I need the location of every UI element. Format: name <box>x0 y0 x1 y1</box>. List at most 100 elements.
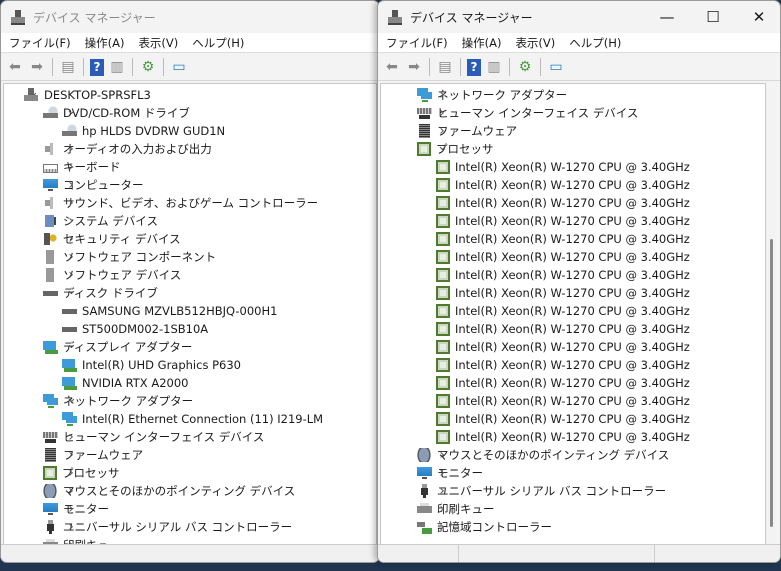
chevron-down-icon[interactable]: ⌄ <box>66 391 77 406</box>
tree-item[interactable]: NVIDIA RTX A2000 <box>62 374 188 392</box>
tree-item[interactable]: › プロセッサ <box>43 464 120 482</box>
chevron-right-icon[interactable]: › <box>437 87 447 103</box>
chevron-right-icon[interactable]: › <box>66 447 76 463</box>
tree-item[interactable]: › サウンド、ビデオ、およびゲーム コントローラー <box>43 194 318 212</box>
chevron-right-icon[interactable]: › <box>66 429 76 445</box>
console-tree-icon[interactable]: ▤ <box>436 58 454 76</box>
tree-item[interactable]: Intel(R) Ethernet Connection (11) I219-L… <box>62 410 323 428</box>
tree-item[interactable]: › システム デバイス <box>43 212 158 230</box>
tree-item[interactable]: ⌄DESKTOP-SPRSFL3 <box>24 85 151 104</box>
tree-item[interactable]: › ファームウェア <box>43 446 143 464</box>
chevron-down-icon[interactable]: ⌄ <box>66 103 77 118</box>
tree-item[interactable]: Intel(R) Xeon(R) W-1270 CPU @ 3.40GHz <box>436 176 690 194</box>
tree-item[interactable]: Intel(R) Xeon(R) W-1270 CPU @ 3.40GHz <box>436 338 690 356</box>
tree-item[interactable]: › キーボード <box>43 158 121 176</box>
chevron-right-icon[interactable]: › <box>66 483 76 499</box>
tree-item[interactable]: › コンピューター <box>43 176 144 194</box>
tree-item[interactable]: Intel(R) Xeon(R) W-1270 CPU @ 3.40GHz <box>436 410 690 428</box>
tree-item[interactable]: Intel(R) Xeon(R) W-1270 CPU @ 3.40GHz <box>436 194 690 212</box>
tree-item[interactable]: › モニター <box>43 500 109 518</box>
update-driver-icon[interactable]: ⚙ <box>516 58 534 76</box>
tree-item[interactable]: Intel(R) Xeon(R) W-1270 CPU @ 3.40GHz <box>436 212 690 230</box>
device-tree[interactable]: ⌄DESKTOP-SPRSFL3⌄DVD/CD-ROM ドライブhp HLDS … <box>3 83 377 545</box>
tree-item[interactable]: › ユニバーサル シリアル バス コントローラー <box>417 482 666 500</box>
menu-view[interactable]: 表示(V) <box>515 33 555 52</box>
help-icon[interactable]: ? <box>90 58 104 76</box>
tree-item[interactable]: ⌄ ネットワーク アダプター <box>43 391 193 410</box>
tree-item[interactable]: ⌄ ディスプレイ アダプター <box>43 337 192 356</box>
update-driver-icon[interactable]: ⚙ <box>139 58 157 76</box>
chevron-right-icon[interactable]: › <box>437 519 447 535</box>
tree-item[interactable]: ⌄ ディスク ドライブ <box>43 283 158 302</box>
chevron-right-icon[interactable]: › <box>437 465 447 481</box>
menu-action[interactable]: 操作(A) <box>85 33 125 52</box>
forward-icon[interactable]: ➡ <box>405 58 423 76</box>
tree-item[interactable]: ST500DM002-1SB10A <box>62 320 208 338</box>
tree-item[interactable]: › ヒューマン インターフェイス デバイス <box>417 104 638 122</box>
tree-item[interactable]: › セキュリティ デバイス <box>43 230 181 248</box>
tree-item[interactable]: Intel(R) Xeon(R) W-1270 CPU @ 3.40GHz <box>436 158 690 176</box>
tree-item[interactable]: ⌄ DVD/CD-ROM ドライブ <box>43 103 190 122</box>
chevron-right-icon[interactable]: › <box>66 177 76 193</box>
chevron-right-icon[interactable]: › <box>437 105 447 121</box>
tree-item[interactable]: Intel(R) Xeon(R) W-1270 CPU @ 3.40GHz <box>436 230 690 248</box>
tree-item[interactable]: › ソフトウェア デバイス <box>43 266 181 284</box>
tree-item[interactable]: Intel(R) Xeon(R) W-1270 CPU @ 3.40GHz <box>436 320 690 338</box>
menu-action[interactable]: 操作(A) <box>462 33 502 52</box>
menu-file[interactable]: ファイル(F) <box>386 33 448 52</box>
tree-item[interactable]: › マウスとそのほかのポインティング デバイス <box>43 482 295 500</box>
tree-item[interactable]: › ソフトウェア コンポーネント <box>43 248 216 266</box>
tree-item[interactable]: Intel(R) Xeon(R) W-1270 CPU @ 3.40GHz <box>436 248 690 266</box>
chevron-down-icon[interactable]: ⌄ <box>66 283 77 298</box>
tree-item[interactable]: › オーディオの入力および出力 <box>43 140 212 158</box>
tree-item[interactable]: hp HLDS DVDRW GUD1N <box>62 122 225 140</box>
tree-item[interactable]: Intel(R) Xeon(R) W-1270 CPU @ 3.40GHz <box>436 374 690 392</box>
tree-item[interactable]: › ユニバーサル シリアル バス コントローラー <box>43 518 292 536</box>
chevron-right-icon[interactable]: › <box>66 249 76 265</box>
chevron-right-icon[interactable]: › <box>437 483 447 499</box>
chevron-right-icon[interactable]: › <box>66 501 76 517</box>
tree-item[interactable]: › ネットワーク アダプター <box>417 86 567 104</box>
tree-item[interactable]: › 記憶域コントローラー <box>417 518 552 536</box>
tree-item[interactable]: › モニター <box>417 464 483 482</box>
chevron-right-icon[interactable]: › <box>437 123 447 139</box>
tree-item[interactable]: Intel(R) Xeon(R) W-1270 CPU @ 3.40GHz <box>436 428 690 446</box>
console-tree-icon[interactable]: ▤ <box>59 58 77 76</box>
tree-item[interactable]: Intel(R) Xeon(R) W-1270 CPU @ 3.40GHz <box>436 356 690 374</box>
help-icon[interactable]: ? <box>467 58 481 76</box>
menu-help[interactable]: ヘルプ(H) <box>192 33 244 52</box>
tree-item[interactable]: › マウスとそのほかのポインティング デバイス <box>417 446 669 464</box>
tree-item[interactable]: Intel(R) Xeon(R) W-1270 CPU @ 3.40GHz <box>436 302 690 320</box>
maximize-button[interactable]: ☐ <box>690 1 736 33</box>
close-button[interactable]: ✕ <box>736 1 780 33</box>
menu-help[interactable]: ヘルプ(H) <box>569 33 621 52</box>
chevron-right-icon[interactable]: › <box>437 501 447 517</box>
minimize-button[interactable]: — <box>644 1 690 33</box>
chevron-right-icon[interactable]: › <box>437 447 447 463</box>
chevron-right-icon[interactable]: › <box>66 465 76 481</box>
menu-file[interactable]: ファイル(F) <box>9 33 71 52</box>
chevron-right-icon[interactable]: › <box>66 159 76 175</box>
back-icon[interactable]: ⬅ <box>383 58 401 76</box>
forward-icon[interactable]: ➡ <box>28 58 46 76</box>
chevron-right-icon[interactable]: › <box>66 231 76 247</box>
tree-item[interactable]: › 印刷キュー <box>417 500 495 518</box>
device-tree[interactable]: › ネットワーク アダプター › ヒューマン インターフェイス デバイス › ファームウェ… <box>380 83 766 545</box>
chevron-right-icon[interactable]: › <box>66 267 76 283</box>
tree-item[interactable]: Intel(R) Xeon(R) W-1270 CPU @ 3.40GHz <box>436 284 690 302</box>
tree-item[interactable]: SAMSUNG MZVLB512HBJQ-000H1 <box>62 302 277 320</box>
scan-hardware-icon[interactable]: ▭ <box>547 58 565 76</box>
chevron-right-icon[interactable]: › <box>66 195 76 211</box>
action-pane-icon[interactable]: ▥ <box>108 58 126 76</box>
vertical-scrollbar[interactable] <box>770 239 773 527</box>
menu-view[interactable]: 表示(V) <box>138 33 178 52</box>
chevron-right-icon[interactable]: › <box>66 213 76 229</box>
tree-item[interactable]: Intel(R) Xeon(R) W-1270 CPU @ 3.40GHz <box>436 266 690 284</box>
scan-hardware-icon[interactable]: ▭ <box>170 58 188 76</box>
action-pane-icon[interactable]: ▥ <box>485 58 503 76</box>
back-icon[interactable]: ⬅ <box>6 58 24 76</box>
tree-item[interactable]: ⌄ プロセッサ <box>417 139 494 158</box>
tree-item[interactable]: Intel(R) Xeon(R) W-1270 CPU @ 3.40GHz <box>436 392 690 410</box>
chevron-down-icon[interactable]: ⌄ <box>66 337 77 352</box>
chevron-down-icon[interactable]: ⌄ <box>437 139 448 154</box>
